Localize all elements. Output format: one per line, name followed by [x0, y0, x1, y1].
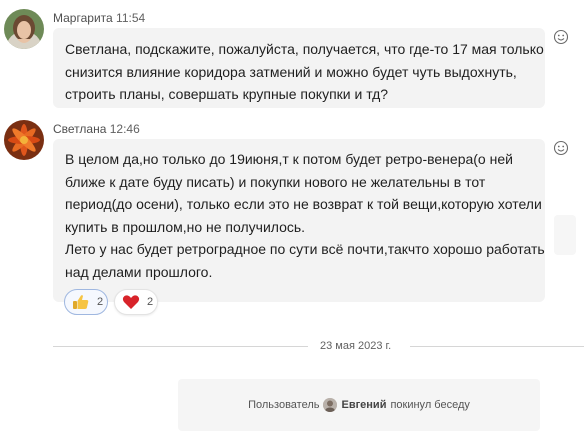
- message-line: ближе к дате буду писать) и покупки ново…: [65, 173, 486, 190]
- message-meta: Маргарита 11:54: [53, 11, 145, 25]
- message-line: снизится влияние коридора затмений и мож…: [65, 63, 517, 80]
- message-bubble[interactable]: Светлана, подскажите, пожалуйста, получа…: [53, 28, 545, 108]
- avatar[interactable]: [323, 398, 338, 412]
- message-line: над делами прошлого.: [65, 263, 213, 280]
- system-prefix: Пользователь: [248, 399, 320, 411]
- avatar[interactable]: [4, 120, 44, 160]
- author-name: Маргарита: [53, 11, 113, 25]
- date-divider: 23 мая 2023 г.: [320, 340, 392, 352]
- reaction-count: 2: [147, 296, 154, 308]
- message-line: строить планы, совершать крупные покупки…: [65, 86, 389, 102]
- system-suffix: покинул беседу: [390, 399, 470, 411]
- add-reaction-icon[interactable]: [553, 29, 569, 45]
- scroll-hint: [554, 215, 576, 255]
- divider-line: [410, 346, 584, 347]
- reaction-thumbs-up[interactable]: 2: [64, 289, 108, 315]
- message-bubble[interactable]: В целом да,но только до 19июня,т к потом…: [53, 139, 545, 302]
- add-reaction-icon[interactable]: [553, 140, 569, 156]
- message-meta: Светлана 12:46: [53, 122, 140, 136]
- message-line: Лето у нас будет ретроградное по сути вс…: [65, 241, 545, 257]
- reaction-heart[interactable]: 2: [114, 289, 158, 315]
- reaction-count: 2: [97, 296, 104, 308]
- heart-icon: [121, 292, 141, 312]
- system-message: Пользователь Евгений покинул беседу: [178, 379, 540, 431]
- message-line: Светлана, подскажите, пожалуйста, получа…: [65, 41, 544, 57]
- message-time: 12:46: [109, 122, 140, 136]
- message-line: купить в прошлом,но не получилось.: [65, 218, 306, 235]
- message-time: 11:54: [116, 11, 146, 25]
- system-user-name[interactable]: Евгений: [341, 399, 386, 411]
- message-line: В целом да,но только до 19июня,т к потом…: [65, 151, 513, 167]
- avatar[interactable]: [4, 9, 44, 49]
- message-line: период(до осени), только если это не воз…: [65, 196, 542, 212]
- divider-line: [53, 346, 308, 347]
- thumbs-up-icon: [71, 292, 91, 312]
- author-name: Светлана: [53, 122, 107, 136]
